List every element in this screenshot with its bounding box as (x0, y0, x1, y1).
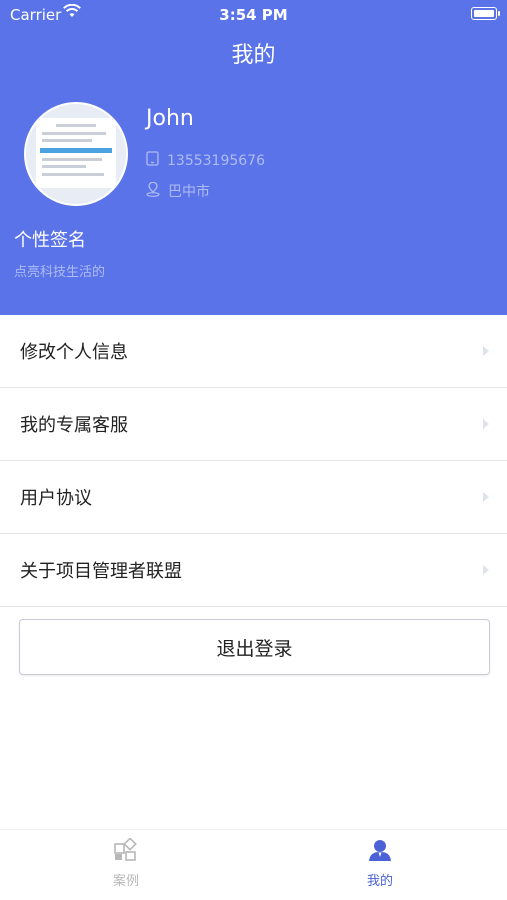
tab-cases-label: 案例 (112, 874, 139, 889)
tab-cases[interactable]: 案例 (86, 837, 166, 889)
menu-item-edit-profile[interactable]: 修改个人信息 (0, 315, 507, 388)
menu-item-label: 修改个人信息 (20, 342, 128, 363)
chevron-right-icon (483, 492, 489, 502)
menu-item-label: 关于项目管理者联盟 (20, 561, 182, 582)
tab-bar: 案例 我的 (0, 829, 507, 900)
settings-menu: 修改个人信息 我的专属客服 用户协议 关于项目管理者联盟 (0, 315, 507, 607)
tab-mine[interactable]: 我的 (340, 838, 420, 889)
location-row: 巴中市 (146, 181, 210, 201)
profile-icon (367, 840, 393, 866)
page-title: 我的 (231, 43, 276, 68)
menu-item-customer-service[interactable]: 我的专属客服 (0, 388, 507, 461)
location-text: 巴中市 (168, 184, 210, 200)
signature-text: 点亮科技生活的 (14, 265, 106, 280)
chevron-right-icon (483, 565, 489, 575)
signature-title: 个性签名 (14, 230, 86, 251)
cases-icon (113, 837, 139, 866)
logout-button[interactable]: 退出登录 (19, 619, 490, 675)
status-bar: Carrier 3:54 PM (0, 0, 507, 28)
menu-item-label: 用户协议 (20, 488, 92, 509)
menu-item-user-agreement[interactable]: 用户协议 (0, 461, 507, 534)
tab-mine-label: 我的 (366, 874, 393, 889)
phone-row: 13553195676 (146, 151, 265, 170)
location-pin-icon (146, 181, 168, 201)
profile-header: Carrier 3:54 PM 我的 John 13553195676 巴中市 … (0, 0, 507, 315)
battery-icon (471, 7, 500, 20)
clock: 3:54 PM (219, 6, 288, 24)
phone-icon (146, 151, 167, 170)
chevron-right-icon (483, 419, 489, 429)
chevron-right-icon (483, 346, 489, 356)
avatar[interactable] (24, 102, 128, 206)
menu-item-about[interactable]: 关于项目管理者联盟 (0, 534, 507, 607)
phone-number: 13553195676 (167, 152, 265, 169)
menu-item-label: 我的专属客服 (20, 415, 128, 436)
avatar-image (36, 118, 116, 188)
username: John (146, 106, 194, 131)
